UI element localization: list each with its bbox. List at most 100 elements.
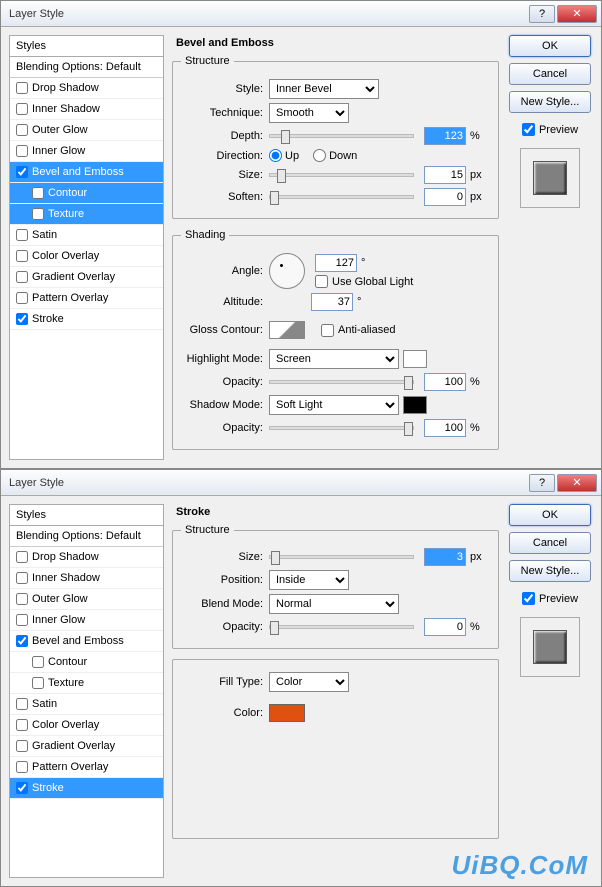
new-style-button[interactable]: New Style...	[509, 560, 591, 582]
style-item-pattern-overlay[interactable]: Pattern Overlay	[10, 288, 163, 309]
style-select[interactable]: Inner Bevel	[269, 79, 379, 99]
soften-slider[interactable]	[269, 195, 414, 199]
preview-check[interactable]: Preview	[522, 592, 578, 605]
style-checkbox[interactable]	[16, 103, 28, 115]
style-item-stroke[interactable]: Stroke	[10, 778, 163, 799]
style-label: Style:	[181, 83, 269, 95]
style-item-gradient-overlay[interactable]: Gradient Overlay	[10, 736, 163, 757]
depth-slider[interactable]	[269, 134, 414, 138]
angle-input[interactable]	[315, 254, 357, 272]
position-select[interactable]: Inside	[269, 570, 349, 590]
style-checkbox[interactable]	[16, 313, 28, 325]
style-checkbox[interactable]	[16, 740, 28, 752]
fill-type-select[interactable]: Color	[269, 672, 349, 692]
style-checkbox[interactable]	[16, 593, 28, 605]
style-item-outer-glow[interactable]: Outer Glow	[10, 589, 163, 610]
highlight-mode-select[interactable]: Screen	[269, 349, 399, 369]
style-checkbox[interactable]	[16, 719, 28, 731]
style-item-bevel-and-emboss[interactable]: Bevel and Emboss	[10, 631, 163, 652]
style-checkbox[interactable]	[16, 761, 28, 773]
style-checkbox[interactable]	[32, 677, 44, 689]
ok-button[interactable]: OK	[509, 35, 591, 57]
cancel-button[interactable]: Cancel	[509, 532, 591, 554]
altitude-input[interactable]	[311, 293, 353, 311]
size-slider[interactable]	[269, 173, 414, 177]
style-checkbox[interactable]	[16, 82, 28, 94]
help-button[interactable]: ?	[529, 5, 555, 23]
style-item-gradient-overlay[interactable]: Gradient Overlay	[10, 267, 163, 288]
style-item-color-overlay[interactable]: Color Overlay	[10, 246, 163, 267]
style-item-drop-shadow[interactable]: Drop Shadow	[10, 547, 163, 568]
style-item-inner-shadow[interactable]: Inner Shadow	[10, 99, 163, 120]
style-checkbox[interactable]	[16, 229, 28, 241]
style-item-contour[interactable]: Contour	[10, 183, 163, 204]
style-item-texture[interactable]: Texture	[10, 204, 163, 225]
gloss-contour-picker[interactable]	[269, 321, 305, 339]
style-checkbox[interactable]	[32, 187, 44, 199]
size-input[interactable]	[424, 166, 466, 184]
color-swatch[interactable]	[269, 704, 305, 722]
highlight-color-swatch[interactable]	[403, 350, 427, 368]
shadow-mode-select[interactable]: Soft Light	[269, 395, 399, 415]
soften-input[interactable]	[424, 188, 466, 206]
style-item-satin[interactable]: Satin	[10, 225, 163, 246]
close-button[interactable]: ✕	[557, 474, 597, 492]
style-item-pattern-overlay[interactable]: Pattern Overlay	[10, 757, 163, 778]
angle-dial[interactable]	[269, 253, 305, 289]
style-item-texture[interactable]: Texture	[10, 673, 163, 694]
style-item-satin[interactable]: Satin	[10, 694, 163, 715]
titlebar[interactable]: Layer Style ? ✕	[1, 1, 601, 27]
depth-input[interactable]	[424, 127, 466, 145]
style-item-color-overlay[interactable]: Color Overlay	[10, 715, 163, 736]
style-item-drop-shadow[interactable]: Drop Shadow	[10, 78, 163, 99]
blend-mode-select[interactable]: Normal	[269, 594, 399, 614]
style-checkbox[interactable]	[16, 782, 28, 794]
style-checkbox[interactable]	[16, 271, 28, 283]
shadow-opacity-label: Opacity:	[181, 422, 269, 434]
blending-options-default[interactable]: Blending Options: Default	[10, 526, 163, 547]
style-checkbox[interactable]	[16, 250, 28, 262]
style-checkbox[interactable]	[32, 208, 44, 220]
style-item-contour[interactable]: Contour	[10, 652, 163, 673]
shadow-opacity-slider[interactable]	[269, 426, 414, 430]
style-checkbox[interactable]	[16, 614, 28, 626]
style-checkbox[interactable]	[32, 656, 44, 668]
style-checkbox[interactable]	[16, 551, 28, 563]
new-style-button[interactable]: New Style...	[509, 91, 591, 113]
direction-up[interactable]: Up	[269, 149, 299, 162]
highlight-opacity-input[interactable]	[424, 373, 466, 391]
style-item-inner-shadow[interactable]: Inner Shadow	[10, 568, 163, 589]
style-item-inner-glow[interactable]: Inner Glow	[10, 610, 163, 631]
style-item-inner-glow[interactable]: Inner Glow	[10, 141, 163, 162]
preview-check[interactable]: Preview	[522, 123, 578, 136]
opacity-input[interactable]	[424, 618, 466, 636]
size-input[interactable]	[424, 548, 466, 566]
style-checkbox[interactable]	[16, 292, 28, 304]
help-button[interactable]: ?	[529, 474, 555, 492]
blending-options-default[interactable]: Blending Options: Default	[10, 57, 163, 78]
global-light-check[interactable]: Use Global Light	[315, 275, 413, 288]
technique-select[interactable]: Smooth	[269, 103, 349, 123]
close-button[interactable]: ✕	[557, 5, 597, 23]
style-checkbox[interactable]	[16, 635, 28, 647]
shadow-color-swatch[interactable]	[403, 396, 427, 414]
style-checkbox[interactable]	[16, 166, 28, 178]
styles-header[interactable]: Styles	[10, 36, 163, 57]
direction-down[interactable]: Down	[313, 149, 357, 162]
style-checkbox[interactable]	[16, 145, 28, 157]
opacity-slider[interactable]	[269, 625, 414, 629]
style-item-stroke[interactable]: Stroke	[10, 309, 163, 330]
titlebar[interactable]: Layer Style ? ✕	[1, 470, 601, 496]
size-slider[interactable]	[269, 555, 414, 559]
highlight-opacity-slider[interactable]	[269, 380, 414, 384]
style-item-bevel-and-emboss[interactable]: Bevel and Emboss	[10, 162, 163, 183]
style-item-outer-glow[interactable]: Outer Glow	[10, 120, 163, 141]
cancel-button[interactable]: Cancel	[509, 63, 591, 85]
style-checkbox[interactable]	[16, 572, 28, 584]
style-checkbox[interactable]	[16, 124, 28, 136]
anti-aliased-check[interactable]: Anti-aliased	[321, 324, 395, 337]
shadow-opacity-input[interactable]	[424, 419, 466, 437]
style-checkbox[interactable]	[16, 698, 28, 710]
styles-header[interactable]: Styles	[10, 505, 163, 526]
ok-button[interactable]: OK	[509, 504, 591, 526]
